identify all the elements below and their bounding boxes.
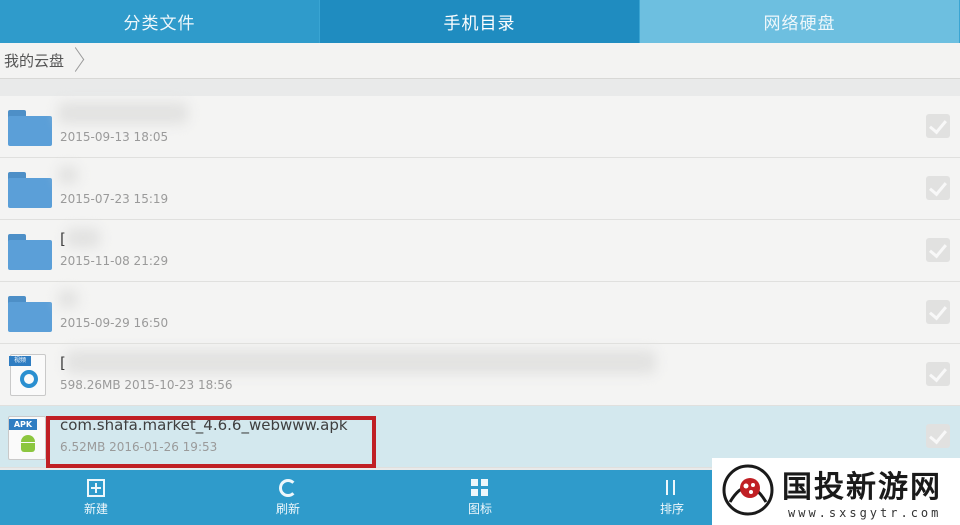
- new-label: 新建: [83, 501, 108, 516]
- android-icon: [20, 435, 36, 453]
- new-button[interactable]: 新建: [0, 470, 192, 525]
- checkbox[interactable]: [926, 424, 950, 448]
- list-item[interactable]: [ 2015-11-08 21:29: [0, 220, 960, 282]
- folder-icon: [8, 292, 52, 334]
- video-file-icon: 视频: [8, 354, 52, 396]
- watermark-url: www.sxsgytr.com: [788, 506, 942, 520]
- tab-phone-directory[interactable]: 手机目录: [320, 0, 640, 43]
- icon-view-button[interactable]: 图标: [384, 470, 576, 525]
- file-name: [: [60, 354, 66, 372]
- file-meta: 2015-07-23 15:19: [60, 192, 169, 206]
- watermark-title: 国投新游网: [782, 470, 942, 505]
- video-play-icon: [20, 370, 38, 388]
- chevron-right-icon: [68, 46, 82, 76]
- sort-label: 排序: [659, 501, 684, 516]
- file-name: [: [60, 230, 66, 248]
- checkbox[interactable]: [926, 362, 950, 386]
- checkbox[interactable]: [926, 176, 950, 200]
- refresh-button[interactable]: 刷新: [192, 470, 384, 525]
- blurred-name: [58, 290, 78, 308]
- checkbox[interactable]: [926, 114, 950, 138]
- blurred-name: [66, 228, 100, 248]
- folder-icon: [8, 230, 52, 272]
- blurred-name: [58, 102, 188, 124]
- file-meta: 2015-11-08 21:29: [60, 254, 169, 268]
- file-meta: 2015-09-29 16:50: [60, 316, 169, 330]
- refresh-label: 刷新: [275, 501, 300, 516]
- checkbox[interactable]: [926, 300, 950, 324]
- list-item[interactable]: 视频 [ 598.26MB 2015-10-23 18:56: [0, 344, 960, 406]
- grid-icon: [471, 478, 489, 497]
- apk-badge: APK: [9, 419, 37, 430]
- list-item[interactable]: 2015-09-29 16:50: [0, 282, 960, 344]
- tab-network-disk[interactable]: 网络硬盘: [640, 0, 960, 43]
- refresh-icon: [279, 478, 297, 497]
- blurred-name: [58, 166, 78, 184]
- blurred-name: [66, 350, 656, 374]
- highlight-annotation-box: [46, 416, 376, 468]
- breadcrumb-root[interactable]: 我的云盘: [0, 50, 64, 71]
- tab-category-files[interactable]: 分类文件: [0, 0, 320, 43]
- icon-view-label: 图标: [467, 501, 492, 516]
- file-meta: 598.26MB 2015-10-23 18:56: [60, 378, 233, 392]
- list-item[interactable]: 2015-07-23 15:19: [0, 158, 960, 220]
- add-icon: [87, 478, 105, 497]
- video-badge: 视频: [9, 356, 31, 366]
- checkbox[interactable]: [926, 238, 950, 262]
- watermark: 国投新游网 www.sxsgytr.com: [712, 458, 960, 525]
- top-tab-bar: 分类文件 手机目录 网络硬盘: [0, 0, 960, 43]
- list-item[interactable]: 2015-09-13 18:05: [0, 96, 960, 158]
- file-list: 2015-09-13 18:05 2015-07-23 15:19 [ 2015…: [0, 96, 960, 470]
- watermark-logo-icon: [722, 464, 774, 516]
- folder-icon: [8, 106, 52, 148]
- file-meta: 2015-09-13 18:05: [60, 130, 169, 144]
- sort-icon: [663, 479, 681, 497]
- breadcrumb: 我的云盘: [0, 43, 960, 79]
- folder-icon: [8, 168, 52, 210]
